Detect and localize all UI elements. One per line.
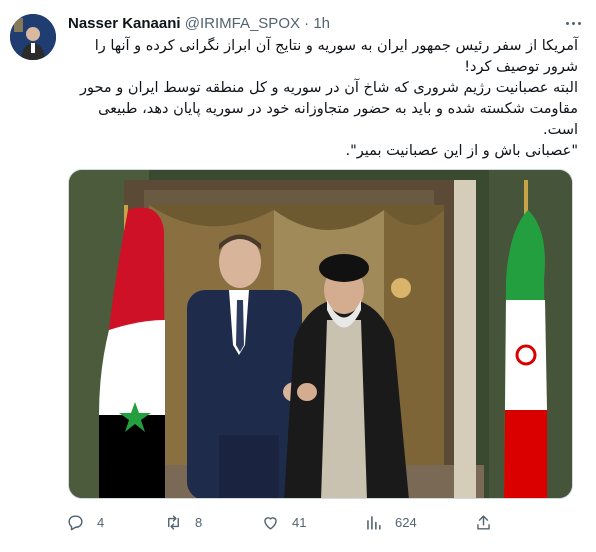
tweet-text: آمریکا از سفر رئیس جمهور ایران به سوریه … <box>66 36 578 162</box>
retweet-button[interactable]: 8 <box>164 508 202 536</box>
reply-button[interactable]: 4 <box>66 508 104 536</box>
tweet-text-paragraph: "عصبانی باش و از این عصبانیت بمیر". <box>345 143 579 159</box>
more-icon-dot <box>577 21 581 25</box>
retweet-icon <box>168 514 179 530</box>
more-icon-dot <box>565 21 569 25</box>
avatar[interactable] <box>10 14 56 60</box>
share-icon <box>477 514 490 530</box>
photo-handshake <box>69 170 572 498</box>
tweet-actions: 4 8 41 624 <box>66 508 496 536</box>
like-button[interactable]: 41 <box>261 508 306 536</box>
reply-icon <box>68 514 83 530</box>
more-icon-dot <box>571 21 575 25</box>
tweet-timestamp[interactable]: 1h <box>313 15 330 32</box>
author-handle[interactable]: @IRIMFA_SPOX <box>185 15 300 32</box>
like-count: 41 <box>292 514 307 530</box>
views-count: 624 <box>395 514 417 530</box>
tweet-card: Nasser Kanaani @IRIMFA_SPOX · 1h آمریکا … <box>0 0 596 552</box>
views-icon <box>367 515 381 530</box>
heart-icon <box>264 516 277 530</box>
views-button[interactable]: 624 <box>364 508 417 536</box>
reply-count: 4 <box>97 514 105 530</box>
more-options-button[interactable] <box>562 12 584 34</box>
retweet-count: 8 <box>195 514 203 530</box>
author-display-name[interactable]: Nasser Kanaani <box>68 15 181 32</box>
share-button[interactable] <box>474 508 493 536</box>
tweet-photo[interactable] <box>68 169 573 499</box>
tweet-header: Nasser Kanaani @IRIMFA_SPOX · 1h <box>68 15 566 33</box>
tweet-text-paragraph: آمریکا از سفر رئیس جمهور ایران به سوریه … <box>94 38 578 75</box>
avatar-image <box>10 14 56 60</box>
tweet-text-paragraph: البته عصبانیت رژیم شرورى که شاخ آن در سو… <box>80 80 578 138</box>
separator-dot: · <box>304 15 310 32</box>
